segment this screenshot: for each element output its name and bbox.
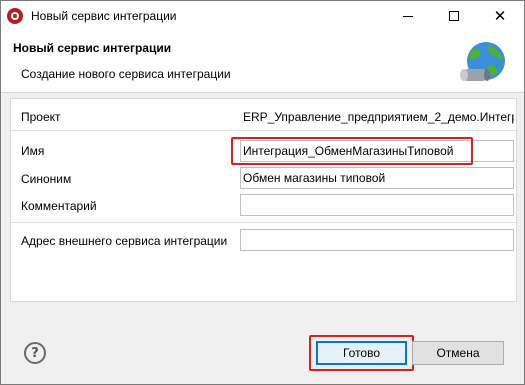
help-icon[interactable]: ? (24, 342, 46, 364)
project-label: Проект (21, 110, 61, 124)
wizard-header: Новый сервис интеграции Создание нового … (1, 31, 524, 93)
form-panel: Проект ERP_Управление_предприятием_2_дем… (10, 98, 517, 302)
maximize-icon (449, 11, 459, 21)
dialog-window: Новый сервис интеграции ✕ Новый сервис и… (0, 0, 525, 385)
comment-label: Комментарий (21, 199, 97, 213)
external-address-label: Адрес внешнего сервиса интеграции (21, 234, 228, 248)
close-icon: ✕ (493, 7, 507, 25)
divider (11, 222, 516, 223)
title-bar[interactable]: Новый сервис интеграции ✕ (1, 1, 524, 31)
project-value: ERP_Управление_предприятием_2_демо.Интег… (243, 110, 514, 124)
external-address-field[interactable] (240, 229, 514, 251)
header-title: Новый сервис интеграции (13, 41, 172, 55)
app-icon (7, 8, 23, 24)
close-button[interactable]: ✕ (477, 1, 523, 31)
synonym-field[interactable]: Обмен магазины типовой (240, 167, 514, 189)
comment-field[interactable] (240, 194, 514, 216)
globe-integration-icon (460, 42, 505, 81)
window-title: Новый сервис интеграции (31, 9, 177, 23)
header-description: Создание нового сервиса интеграции (21, 67, 231, 81)
minimize-icon (403, 15, 413, 17)
finish-button[interactable]: Готово (316, 341, 407, 365)
divider (11, 130, 516, 131)
name-label: Имя (21, 144, 45, 158)
synonym-label: Синоним (21, 172, 72, 186)
name-field-highlight (231, 137, 473, 165)
maximize-button[interactable] (431, 1, 477, 31)
minimize-button[interactable] (385, 1, 431, 31)
cancel-button[interactable]: Отмена (412, 341, 504, 365)
